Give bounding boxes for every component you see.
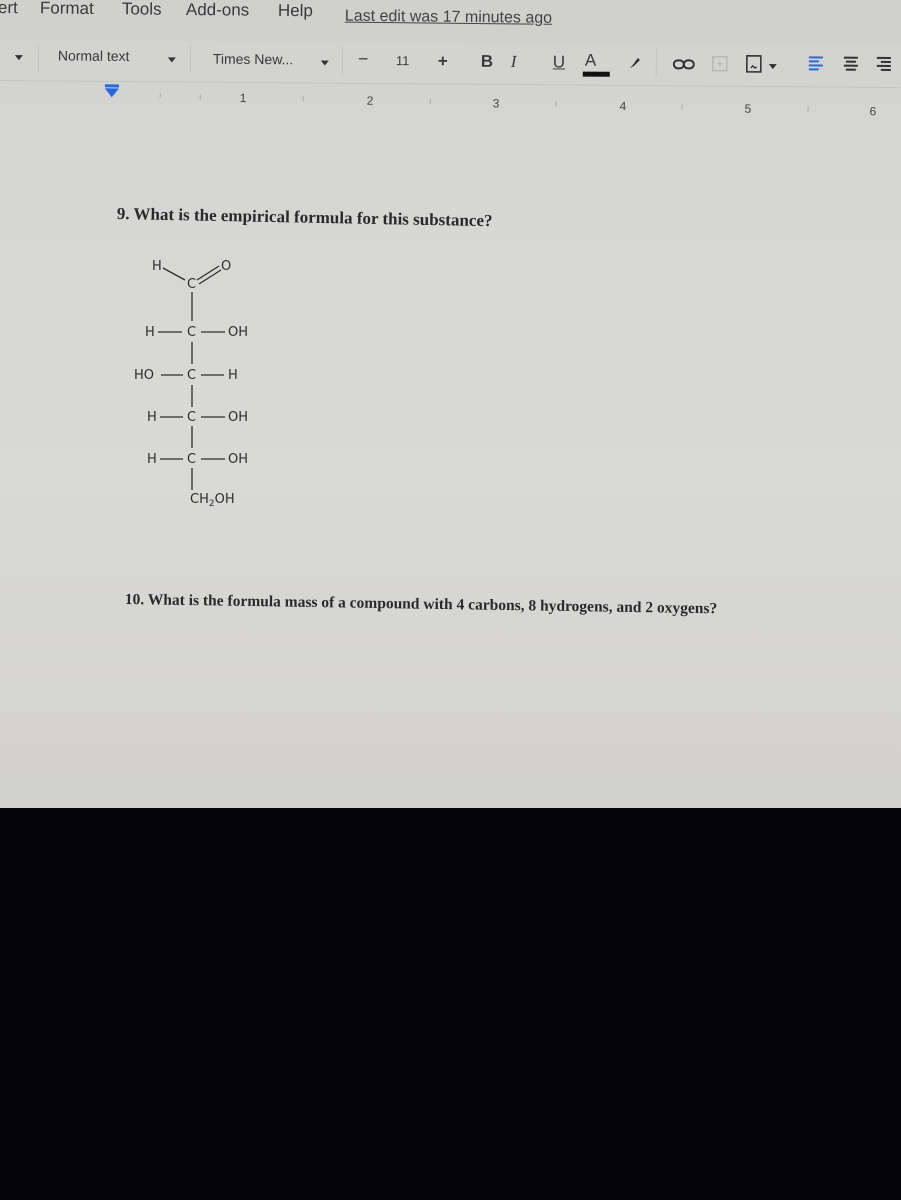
decrease-font-size-button[interactable]: −: [358, 49, 369, 70]
atom-c: C: [187, 277, 196, 292]
atom-c: C: [187, 410, 196, 425]
image-icon[interactable]: [745, 55, 762, 73]
align-right-icon[interactable]: [876, 56, 892, 74]
bond: [162, 267, 186, 281]
atom-h: H: [152, 259, 162, 274]
atom-h: H: [147, 452, 157, 467]
text-color-label: A: [584, 50, 597, 70]
toolbar: Normal text Times New... − 11 + B I U A: [0, 40, 901, 89]
atom-c: C: [187, 368, 196, 383]
chevron-down-icon[interactable]: [768, 64, 777, 70]
align-center-icon[interactable]: [843, 56, 859, 74]
group-oh: OH: [228, 452, 248, 467]
ruler: 1 2 3 4 5 6: [0, 82, 901, 145]
zoom-dropdown-caret-icon[interactable]: [14, 55, 23, 61]
paragraph-style-value: Normal text: [57, 47, 130, 65]
atom-h: H: [147, 410, 157, 425]
menu-add-ons[interactable]: Add-ons: [186, 0, 250, 21]
menu-bar: ert Format Tools Add-ons Help Last edit …: [0, 0, 901, 44]
highlight-icon[interactable]: [628, 56, 642, 70]
text-color-swatch: [582, 71, 610, 77]
group-oh: OH: [228, 410, 248, 425]
ruler-number: 1: [239, 91, 247, 106]
group-ho: HO: [134, 368, 154, 383]
separator: [37, 44, 39, 73]
comment-icon[interactable]: [712, 55, 728, 72]
menu-help[interactable]: Help: [278, 1, 313, 21]
ruler-number: 6: [869, 104, 877, 119]
ruler-number: 3: [492, 96, 500, 111]
atom-h: H: [228, 368, 238, 383]
bold-button[interactable]: B: [481, 52, 493, 72]
monitor-screen: ert Format Tools Add-ons Help Last edit …: [0, 0, 901, 808]
menu-tools[interactable]: Tools: [122, 0, 162, 20]
group-oh: OH: [228, 325, 248, 340]
question-9: 9. What is the empirical formula for thi…: [116, 204, 493, 231]
ruler-number: 4: [619, 98, 627, 114]
align-left-icon[interactable]: [808, 55, 824, 73]
font-size-input[interactable]: 11: [396, 53, 410, 68]
underline-button[interactable]: U: [553, 52, 565, 72]
ruler-number: 5: [744, 101, 752, 116]
last-edit-link[interactable]: Last edit was 17 minutes ago: [345, 8, 552, 28]
question-10: 10. What is the formula mass of a compou…: [124, 591, 718, 618]
first-line-indent-handle[interactable]: [104, 84, 119, 88]
ruler-tick: [302, 96, 304, 102]
group-ch2oh: CH2OH: [190, 492, 235, 509]
monitor-bezel: [0, 808, 901, 1200]
ruler-number: 2: [366, 93, 374, 108]
atom-c: C: [187, 325, 196, 340]
ruler-tick: [555, 101, 557, 107]
italic-button[interactable]: I: [511, 52, 517, 72]
ruler-tick: [681, 104, 683, 110]
chevron-down-icon: [167, 57, 176, 63]
separator: [189, 45, 191, 74]
separator: [655, 49, 657, 78]
font-family-value: Times New...: [212, 50, 294, 68]
link-icon[interactable]: [672, 58, 695, 70]
ruler-tick: [429, 99, 431, 105]
ruler-tick: [807, 106, 809, 112]
molecule-structure-image: H C O H C OH HO C H H C OH H C OH CH2OH: [134, 259, 248, 509]
atom-o: O: [221, 259, 231, 274]
ruler-tick: [199, 94, 201, 100]
separator: [341, 46, 343, 75]
atom-h: H: [145, 325, 155, 340]
chevron-down-icon: [320, 60, 329, 66]
ruler-tick: [159, 93, 161, 99]
atom-c: C: [187, 452, 196, 467]
menu-format[interactable]: Format: [40, 0, 94, 19]
increase-font-size-button[interactable]: +: [438, 51, 448, 71]
menu-insert[interactable]: ert: [0, 0, 18, 18]
left-indent-handle[interactable]: [104, 88, 119, 98]
